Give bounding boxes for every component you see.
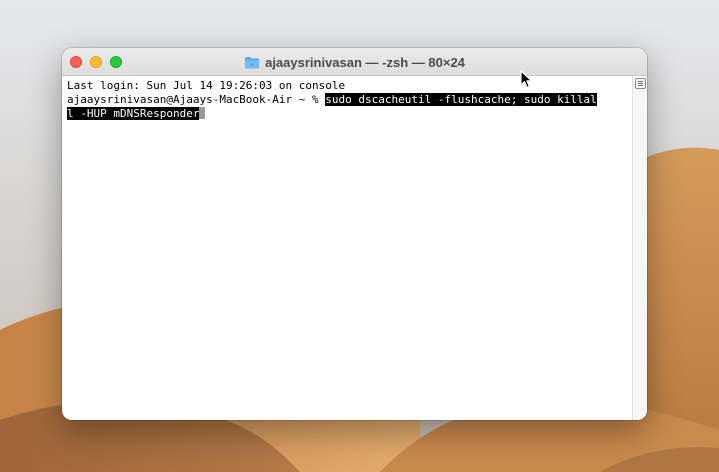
title-bar[interactable]: ajaaysrinivasan — -zsh — 80×24 bbox=[62, 48, 647, 76]
folder-icon bbox=[244, 56, 260, 69]
window-title-group: ajaaysrinivasan — -zsh — 80×24 bbox=[62, 48, 647, 76]
text-cursor bbox=[199, 107, 206, 119]
split-pane-icon[interactable] bbox=[635, 78, 646, 89]
vertical-scrollbar[interactable] bbox=[632, 76, 647, 420]
window-title: ajaaysrinivasan — -zsh — 80×24 bbox=[265, 54, 465, 70]
shell-prompt: ajaaysrinivasan@Ajaays-MacBook-Air ~ % bbox=[67, 93, 326, 106]
terminal-window: ajaaysrinivasan — -zsh — 80×24 Last logi… bbox=[62, 48, 647, 420]
terminal-output[interactable]: Last login: Sun Jul 14 19:26:03 on conso… bbox=[67, 79, 597, 121]
selected-command-line-2[interactable]: l -HUP mDNSResponder bbox=[67, 107, 200, 120]
terminal-content[interactable]: Last login: Sun Jul 14 19:26:03 on conso… bbox=[62, 76, 632, 420]
last-login-line: Last login: Sun Jul 14 19:26:03 on conso… bbox=[67, 79, 346, 92]
selected-command-line-1[interactable]: sudo dscacheutil -flushcache; sudo killa… bbox=[325, 93, 597, 106]
mouse-pointer-icon bbox=[520, 70, 533, 89]
